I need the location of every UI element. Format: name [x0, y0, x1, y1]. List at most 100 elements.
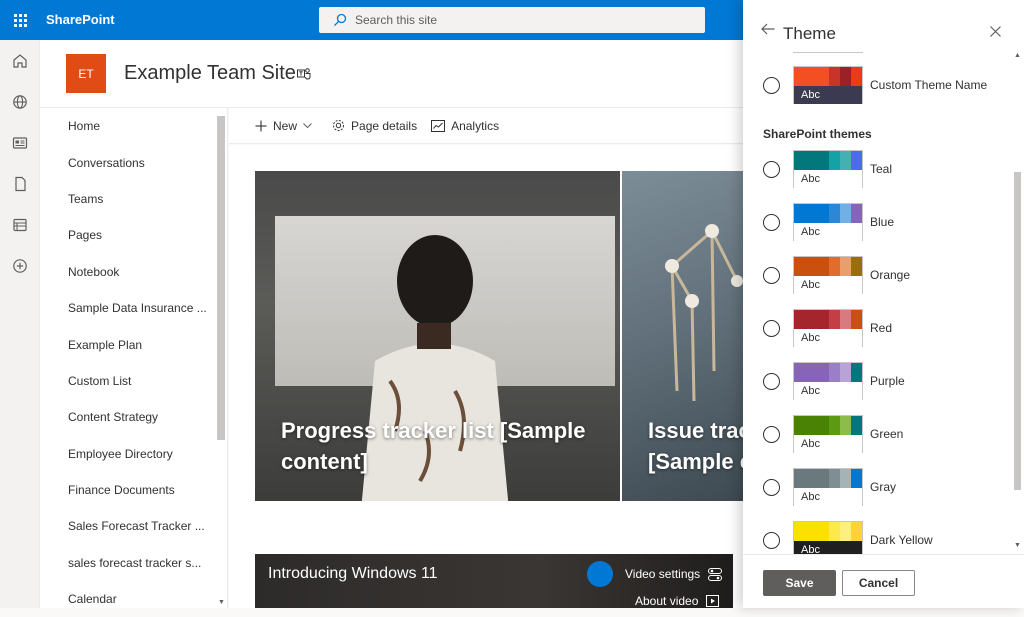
theme-swatch-red[interactable]: Abc	[793, 309, 863, 347]
nav-item-sales-forecast-tracker-s[interactable]: sales forecast tracker s...	[40, 545, 227, 581]
swatch-color-bands	[794, 522, 862, 541]
nav-scrollbar-thumb[interactable]	[217, 116, 225, 440]
swatch-color-band	[851, 416, 862, 435]
nav-scrollbar[interactable]: ▼	[217, 110, 225, 606]
home-button[interactable]	[0, 40, 40, 81]
panel-scroll-down-icon[interactable]: ▼	[1014, 542, 1021, 549]
search-icon	[334, 13, 347, 26]
page-details-button[interactable]: Page details	[332, 119, 417, 133]
theme-swatch-teal[interactable]: Abc	[793, 150, 863, 188]
theme-option-green[interactable]: Abc Green	[743, 415, 1013, 455]
theme-swatch-gray[interactable]: Abc	[793, 468, 863, 506]
theme-option-blue[interactable]: Abc Blue	[743, 203, 1013, 243]
swatch-abc-sample: Abc	[794, 276, 862, 294]
swatch-color-band	[840, 204, 851, 223]
lists-button[interactable]	[0, 204, 40, 245]
video-webpart[interactable]: Introducing Windows 11 Video settings Ab…	[255, 554, 733, 608]
about-video-button[interactable]: About video	[635, 594, 720, 608]
cancel-button[interactable]: Cancel	[842, 570, 915, 596]
theme-swatch-green[interactable]: Abc	[793, 415, 863, 453]
swatch-color-band	[851, 204, 862, 223]
globe-icon	[13, 94, 27, 109]
swatch-abc-sample: Abc	[794, 170, 862, 188]
swatch-color-band	[840, 151, 851, 170]
theme-radio-orange[interactable]	[763, 267, 780, 284]
global-nav-button[interactable]	[0, 81, 40, 122]
search-box[interactable]: Search this site	[319, 7, 705, 33]
swatch-color-band	[829, 416, 840, 435]
command-bar: New Page details Analytics	[229, 108, 743, 144]
swatch-color-band	[829, 469, 840, 488]
theme-option-teal[interactable]: Abc Teal	[743, 150, 1013, 190]
theme-radio-purple[interactable]	[763, 373, 780, 390]
nav-item-calendar[interactable]: Calendar	[40, 581, 227, 617]
panel-scrollbar-thumb[interactable]	[1014, 172, 1021, 490]
theme-panel-footer: Save Cancel	[743, 554, 1024, 608]
nav-item-teams[interactable]: Teams	[40, 181, 227, 217]
nav-scroll-down-icon[interactable]: ▼	[218, 599, 225, 606]
theme-radio-red[interactable]	[763, 320, 780, 337]
theme-option-red[interactable]: Abc Red	[743, 309, 1013, 349]
app-bar	[0, 40, 40, 608]
teams-icon	[297, 68, 311, 80]
theme-option-purple[interactable]: Abc Purple	[743, 362, 1013, 402]
sharepoint-themes-heading: SharePoint themes	[763, 127, 872, 141]
theme-radio-gray[interactable]	[763, 479, 780, 496]
nav-item-sales-forecast-tracker[interactable]: Sales Forecast Tracker ...	[40, 508, 227, 544]
hero-tile-progress-tracker[interactable]: Progress tracker list [Sample content]	[255, 171, 620, 501]
close-icon[interactable]	[990, 26, 1001, 37]
nav-item-custom-list[interactable]: Custom List	[40, 363, 227, 399]
swatch-color-band	[829, 204, 840, 223]
panel-scroll-up-icon[interactable]: ▲	[1014, 52, 1021, 59]
create-button[interactable]	[0, 245, 40, 286]
save-button[interactable]: Save	[763, 570, 836, 596]
nav-item-conversations[interactable]: Conversations	[40, 144, 227, 180]
nav-item-finance-documents[interactable]: Finance Documents	[40, 472, 227, 508]
nav-item-employee-directory[interactable]: Employee Directory	[40, 436, 227, 472]
video-settings-button[interactable]: Video settings	[625, 567, 723, 581]
site-title[interactable]: Example Team Site	[124, 62, 296, 85]
news-button[interactable]	[0, 122, 40, 163]
analytics-button[interactable]: Analytics	[431, 119, 499, 133]
swatch-color-bands	[794, 416, 862, 435]
swatch-color-bands	[794, 363, 862, 382]
nav-item-pages[interactable]: Pages	[40, 217, 227, 253]
analytics-icon	[431, 119, 446, 132]
video-settings-label: Video settings	[625, 567, 701, 581]
nav-item-home[interactable]: Home	[40, 108, 227, 144]
swatch-color-band	[794, 151, 829, 170]
new-button[interactable]: New	[255, 119, 318, 133]
swatch-abc-sample: Abc	[794, 86, 862, 104]
swatch-color-bands	[794, 204, 862, 223]
theme-swatch-blue[interactable]: Abc	[793, 203, 863, 241]
nav-item-example-plan[interactable]: Example Plan	[40, 326, 227, 362]
theme-option-gray[interactable]: Abc Gray	[743, 468, 1013, 508]
app-launcher-button[interactable]	[0, 0, 40, 40]
left-navigation: Home Conversations Teams Pages Notebook …	[40, 108, 228, 608]
back-arrow-icon[interactable]	[761, 23, 775, 35]
theme-radio-dark-yellow[interactable]	[763, 532, 780, 549]
theme-radio-blue[interactable]	[763, 214, 780, 231]
theme-swatch-custom[interactable]: Abc	[793, 66, 863, 104]
theme-swatch-orange[interactable]: Abc	[793, 256, 863, 294]
nav-item-sample-data-insurance[interactable]: Sample Data Insurance ...	[40, 290, 227, 326]
swatch-color-band	[829, 363, 840, 382]
document-icon	[15, 176, 26, 191]
hero-tile-issue-tracker[interactable]: Issue tracker list [Sample content]	[622, 171, 743, 501]
theme-radio-green[interactable]	[763, 426, 780, 443]
theme-option-custom[interactable]: Abc Custom Theme Name	[743, 66, 1013, 106]
theme-radio-custom[interactable]	[763, 77, 780, 94]
theme-name-red: Red	[870, 321, 893, 335]
nav-item-notebook[interactable]: Notebook	[40, 254, 227, 290]
swatch-color-band	[794, 469, 829, 488]
sharepoint-brand-link[interactable]: SharePoint	[46, 12, 115, 27]
site-logo[interactable]: ET	[66, 54, 106, 93]
swatch-color-band	[851, 257, 862, 276]
files-button[interactable]	[0, 163, 40, 204]
theme-radio-teal[interactable]	[763, 161, 780, 178]
panel-scrollbar[interactable]: ▲ ▼	[1013, 52, 1021, 552]
theme-name-purple: Purple	[870, 374, 905, 388]
theme-swatch-purple[interactable]: Abc	[793, 362, 863, 400]
nav-item-content-strategy[interactable]: Content Strategy	[40, 399, 227, 435]
theme-option-orange[interactable]: Abc Orange	[743, 256, 1013, 296]
